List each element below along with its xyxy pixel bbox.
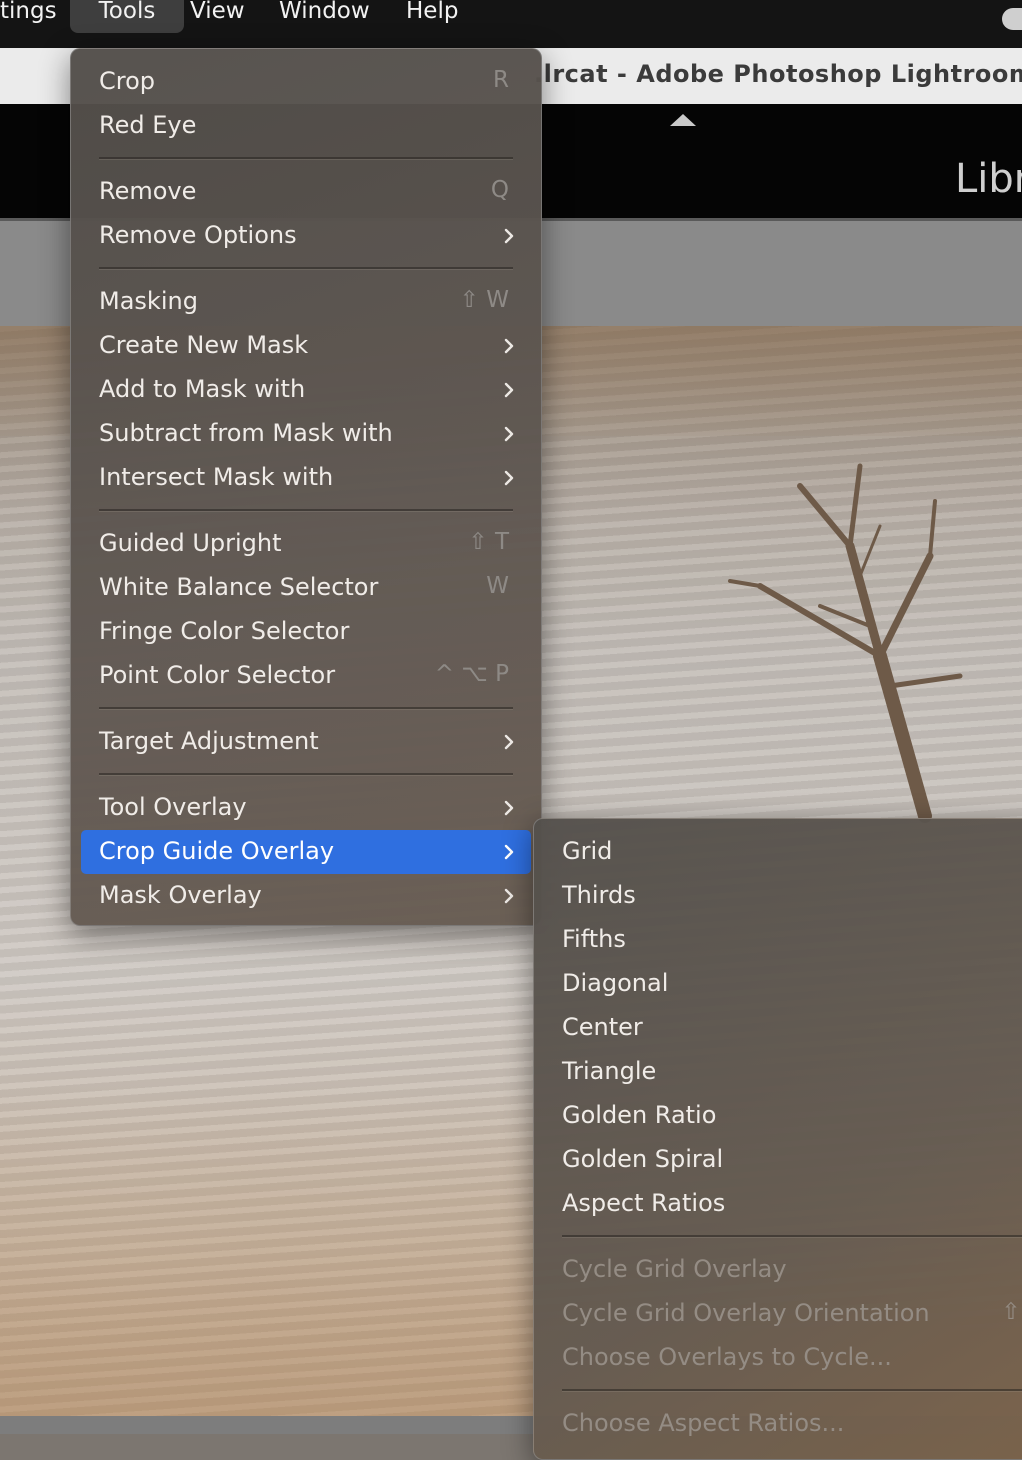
menu-item-guided-upright[interactable]: Guided Upright ⇧ T	[81, 522, 531, 566]
submenu-item-center[interactable]: Center	[544, 1006, 1022, 1050]
menu-bar: tings Tools View Window Help	[0, 0, 1022, 48]
menu-item-crop-guide-overlay[interactable]: Crop Guide Overlay	[81, 830, 531, 874]
menu-item-label: Red Eye	[99, 111, 197, 139]
menu-item-label: Intersect Mask with	[99, 463, 334, 491]
submenu-item-choose-aspect-ratios: Choose Aspect Ratios...	[544, 1402, 1022, 1446]
submenu-item-triangle[interactable]: Triangle	[544, 1050, 1022, 1094]
submenu-item-diagonal[interactable]: Diagonal	[544, 962, 1022, 1006]
chevron-right-icon	[501, 382, 517, 398]
cloud-icon[interactable]	[1002, 8, 1022, 30]
menu-item-crop[interactable]: Crop R	[81, 60, 531, 104]
chevron-right-icon	[501, 338, 517, 354]
window-title: .lrcat - Adobe Photoshop Lightroom C	[534, 60, 1022, 88]
menu-separator	[99, 157, 513, 159]
menubar-window[interactable]: Window	[279, 0, 370, 33]
module-library-link[interactable]: Libr	[955, 156, 1022, 202]
submenu-item-thirds[interactable]: Thirds	[544, 874, 1022, 918]
submenu-item-cycle-grid-overlay: Cycle Grid Overlay O	[544, 1248, 1022, 1292]
menu-item-intersect-mask[interactable]: Intersect Mask with	[81, 456, 531, 500]
tools-menu: Crop R Red Eye Remove Q Remove Options M…	[70, 48, 542, 926]
menu-item-label: Grid	[562, 837, 613, 865]
menu-separator	[99, 707, 513, 709]
menu-item-label: Subtract from Mask with	[99, 419, 393, 447]
menu-item-target-adjustment[interactable]: Target Adjustment	[81, 720, 531, 764]
menu-item-label: Cycle Grid Overlay	[562, 1255, 787, 1283]
submenu-item-fifths[interactable]: Fifths	[544, 918, 1022, 962]
menu-item-label: Golden Spiral	[562, 1145, 724, 1173]
menu-separator	[99, 773, 513, 775]
menubar-settings[interactable]: tings	[0, 0, 57, 33]
chevron-right-icon	[501, 800, 517, 816]
menu-item-label: Center	[562, 1013, 643, 1041]
menu-item-create-new-mask[interactable]: Create New Mask	[81, 324, 531, 368]
shortcut-label: R	[493, 67, 509, 93]
menu-item-white-balance-selector[interactable]: White Balance Selector W	[81, 566, 531, 610]
menu-item-label: Cycle Grid Overlay Orientation	[562, 1299, 930, 1327]
submenu-item-aspect-ratios[interactable]: Aspect Ratios	[544, 1182, 1022, 1226]
submenu-item-grid[interactable]: Grid	[544, 830, 1022, 874]
menu-item-label: Fifths	[562, 925, 626, 953]
menu-separator	[562, 1389, 1022, 1391]
menu-separator	[99, 267, 513, 269]
menu-item-label: Aspect Ratios	[562, 1189, 726, 1217]
chevron-right-icon	[501, 888, 517, 904]
submenu-item-choose-overlays-to-cycle: Choose Overlays to Cycle...	[544, 1336, 1022, 1380]
chevron-right-icon	[501, 734, 517, 750]
submenu-item-golden-ratio[interactable]: Golden Ratio	[544, 1094, 1022, 1138]
menu-item-label: Remove	[99, 177, 197, 205]
menu-item-label: Diagonal	[562, 969, 669, 997]
menu-item-mask-overlay[interactable]: Mask Overlay	[81, 874, 531, 918]
menu-item-subtract-from-mask[interactable]: Subtract from Mask with	[81, 412, 531, 456]
menu-item-label: Crop Guide Overlay	[99, 837, 335, 865]
shortcut-label: ⇧ T	[468, 529, 509, 555]
chevron-right-icon	[501, 844, 517, 860]
menu-item-label: Choose Overlays to Cycle...	[562, 1343, 892, 1371]
menu-item-label: Guided Upright	[99, 529, 282, 557]
menu-item-label: Point Color Selector	[99, 661, 336, 689]
menu-item-add-to-mask[interactable]: Add to Mask with	[81, 368, 531, 412]
menu-item-label: Masking	[99, 287, 198, 315]
menu-item-label: Fringe Color Selector	[99, 617, 350, 645]
chevron-right-icon	[501, 228, 517, 244]
shortcut-label: ⇧ W	[459, 287, 509, 313]
menu-item-label: Create New Mask	[99, 331, 309, 359]
menu-item-label: Crop	[99, 67, 156, 95]
menu-separator	[562, 1235, 1022, 1237]
menu-item-label: Thirds	[562, 881, 636, 909]
menu-item-label: Triangle	[562, 1057, 657, 1085]
menu-item-remove-options[interactable]: Remove Options	[81, 214, 531, 258]
menubar-help[interactable]: Help	[406, 0, 458, 33]
menu-item-tool-overlay[interactable]: Tool Overlay	[81, 786, 531, 830]
menu-item-label: Golden Ratio	[562, 1101, 717, 1129]
chevron-right-icon	[501, 426, 517, 442]
shortcut-label: ^ ⌥ P	[434, 661, 509, 687]
menu-separator	[99, 509, 513, 511]
shortcut-label: Q	[490, 177, 509, 203]
menu-item-label: Add to Mask with	[99, 375, 306, 403]
menu-item-red-eye[interactable]: Red Eye	[81, 104, 531, 148]
menu-item-fringe-color-selector[interactable]: Fringe Color Selector	[81, 610, 531, 654]
shortcut-label: W	[486, 573, 509, 599]
menu-item-label: Mask Overlay	[99, 881, 262, 909]
menubar-tools[interactable]: Tools	[70, 0, 184, 33]
menu-item-label: White Balance Selector	[99, 573, 379, 601]
menu-item-remove[interactable]: Remove Q	[81, 170, 531, 214]
menu-item-masking[interactable]: Masking ⇧ W	[81, 280, 531, 324]
submenu-item-cycle-grid-orientation: Cycle Grid Overlay Orientation ⇧ O	[544, 1292, 1022, 1336]
menu-item-label: Choose Aspect Ratios...	[562, 1409, 845, 1437]
menu-item-point-color-selector[interactable]: Point Color Selector ^ ⌥ P	[81, 654, 531, 698]
menu-item-label: Target Adjustment	[99, 727, 319, 755]
menu-item-label: Tool Overlay	[99, 793, 247, 821]
menu-item-label: Remove Options	[99, 221, 297, 249]
menubar-view[interactable]: View	[190, 0, 245, 33]
panel-toggle-triangle-icon[interactable]	[670, 114, 696, 126]
crop-guide-overlay-submenu: Grid Thirds Fifths Diagonal Center Trian…	[533, 818, 1022, 1460]
shortcut-label: ⇧ O	[1001, 1299, 1022, 1325]
chevron-right-icon	[501, 470, 517, 486]
submenu-item-golden-spiral[interactable]: Golden Spiral	[544, 1138, 1022, 1182]
